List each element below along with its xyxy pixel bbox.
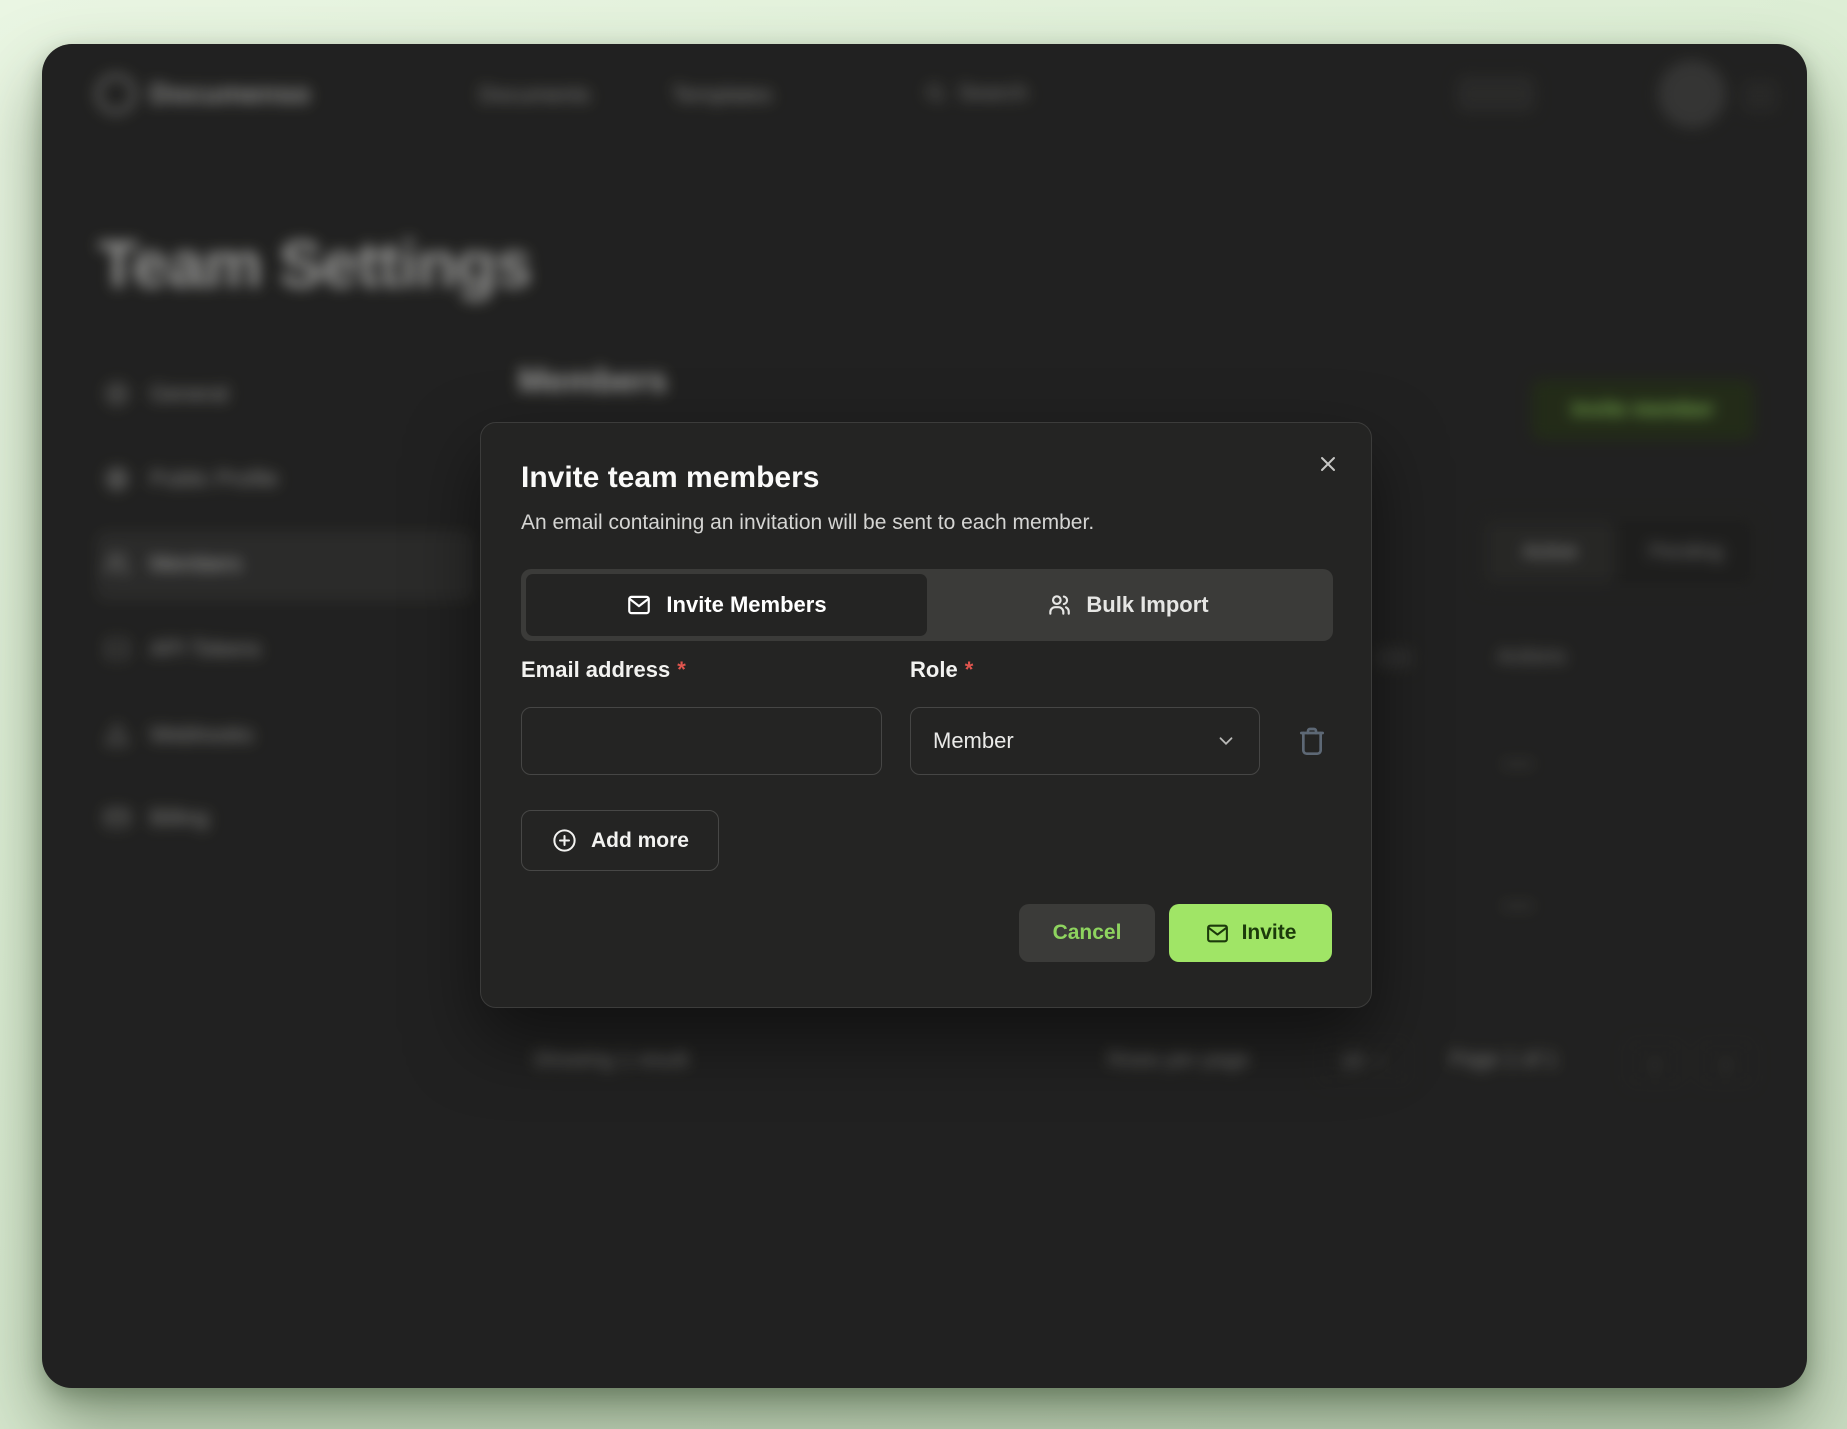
role-label-text: Role: [910, 657, 958, 682]
tab-label: Bulk Import: [1086, 592, 1208, 618]
mail-icon: [1205, 921, 1230, 946]
close-icon: [1316, 452, 1340, 476]
invite-mode-tabs: Invite Members Bulk Import: [521, 569, 1333, 641]
required-marker: *: [965, 657, 974, 682]
tab-label: Invite Members: [666, 592, 826, 618]
role-label: Role *: [910, 657, 973, 683]
circle-plus-icon: [551, 827, 578, 854]
tab-bulk-import[interactable]: Bulk Import: [927, 574, 1328, 636]
invite-button[interactable]: Invite: [1169, 904, 1332, 962]
remove-row-button[interactable]: [1296, 723, 1332, 759]
mail-icon: [626, 592, 652, 618]
email-label-text: Email address: [521, 657, 670, 682]
close-button[interactable]: [1311, 447, 1345, 481]
add-more-button[interactable]: Add more: [521, 810, 719, 871]
dialog-subtitle: An email containing an invitation will b…: [521, 511, 1094, 535]
users-icon: [1046, 592, 1072, 618]
add-more-label: Add more: [591, 829, 689, 853]
role-selected-value: Member: [933, 728, 1014, 754]
tab-invite-members[interactable]: Invite Members: [526, 574, 927, 636]
role-select[interactable]: Member: [910, 707, 1260, 775]
email-field[interactable]: [521, 707, 882, 775]
invite-label: Invite: [1242, 921, 1297, 945]
email-address-label: Email address *: [521, 657, 686, 683]
trash-icon: [1296, 725, 1328, 757]
dialog-title: Invite team members: [521, 461, 819, 495]
invite-team-members-dialog: Invite team members An email containing …: [480, 422, 1372, 1008]
cancel-button[interactable]: Cancel: [1019, 904, 1155, 962]
chevron-down-icon: [1215, 730, 1237, 752]
required-marker: *: [677, 657, 686, 682]
